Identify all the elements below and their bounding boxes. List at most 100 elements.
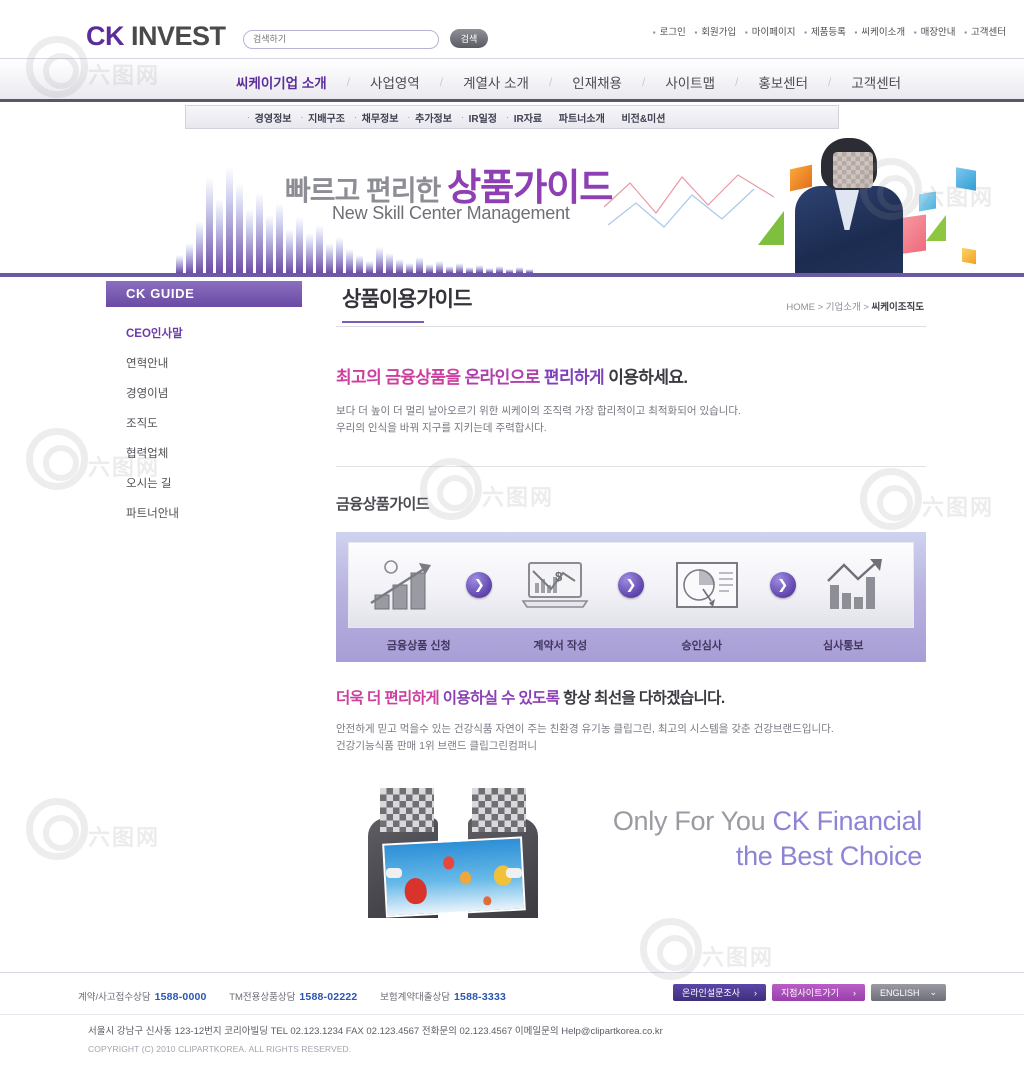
nav-item-pr[interactable]: 홍보센터 (758, 72, 808, 92)
promo-block: Only For You CK Financial the Best Choic… (336, 784, 926, 924)
breadcrumb-home[interactable]: HOME (786, 302, 815, 313)
footer-tel-label-3: 보험계약대출상담 (380, 992, 451, 1003)
green-triangle-decoration (758, 211, 784, 245)
nav-separator: / (439, 75, 444, 89)
sidebar-item-directions[interactable]: 오시는 길 (126, 475, 302, 491)
breadcrumb-sep: > (863, 302, 872, 313)
nav-item-business[interactable]: 사업영역 (370, 72, 420, 92)
site-logo[interactable]: CK INVEST (86, 21, 226, 52)
page-header-row: 상품이용가이드 HOME > 기업소개 > 씨케이조직도 (336, 281, 926, 327)
subnav-item-additional-info[interactable]: 추가정보 (415, 110, 452, 125)
bar-chart-arrow-icon (827, 558, 883, 609)
subnav-item-management-info[interactable]: 경영정보 (255, 110, 292, 125)
nav-item-sitemap[interactable]: 사이트맵 (665, 72, 715, 92)
process-step-3[interactable] (661, 555, 753, 615)
sidebar-item-ceo-message[interactable]: CEO인사말 (126, 325, 302, 341)
process-step-2[interactable]: $ (509, 555, 601, 615)
process-icons-row: ❯ $ ❯ ❯ (348, 541, 914, 628)
nav-item-recruit[interactable]: 인재채용 (572, 72, 622, 92)
util-link-mypage[interactable]: 마이페이지 (752, 27, 796, 38)
bar-chart-growth-icon (370, 559, 432, 610)
bullet-icon: ▪ (854, 28, 858, 37)
nav-separator: / (641, 75, 646, 89)
nav-item-company[interactable]: 씨케이기업 소개 (236, 72, 327, 92)
nav-separator: / (735, 75, 739, 89)
main-navigation: 씨케이기업 소개 / 사업영역 / 계열사 소개 / 인재채용 / 사이트맵 /… (0, 58, 1024, 102)
sidebar: CK GUIDE CEO인사말 연혁안내 경영이념 조직도 협력업체 오시는 길… (106, 281, 302, 535)
promo-line-2: the Best Choice (735, 841, 922, 872)
lead2-headline-part1: 더욱 더 편리하게 (336, 689, 440, 707)
subnav-item-ir-materials[interactable]: IR자료 (514, 110, 542, 125)
bullet-icon: · (247, 112, 250, 122)
main-column: 상품이용가이드 HOME > 기업소개 > 씨케이조직도 최고의 금융상품을 온… (336, 281, 926, 924)
watermark-ring-icon (640, 918, 702, 981)
pixelated-face-right (472, 788, 526, 833)
yellow-cube-decoration (962, 247, 976, 265)
lead-headline-part3: 편리하게 (539, 368, 605, 387)
subnav-item-debt-info[interactable]: 채무정보 (362, 110, 399, 125)
search-area: 검색 (243, 29, 488, 49)
bullet-icon: ▪ (744, 28, 748, 37)
process-label-1: 금융상품 신청 (386, 639, 451, 652)
process-strip: ❯ $ ❯ ❯ 금융상품 신청 계약서 작성 승인심사 심사통보 (336, 531, 926, 662)
footer-phone-list: 계약/사고접수상담 1588-0000 TM전용상품상담 1588-02222 보험… (78, 989, 526, 1003)
bullet-icon: · (300, 112, 304, 122)
footer-tel-number-3: 1588-3333 (454, 991, 507, 1003)
hand-right (506, 868, 522, 879)
nav-separator: / (346, 75, 351, 89)
footer-address: 서울시 강남구 신사동 123-12번지 코리아빌딩 TEL 02.123.12… (88, 1026, 663, 1037)
section-title: 금융상품가이드 (336, 495, 430, 513)
online-survey-button[interactable]: 온라인설문조사 › (673, 984, 766, 1001)
watermark-ring-icon (26, 798, 88, 861)
search-input[interactable] (243, 29, 439, 49)
bullet-icon: ▪ (964, 28, 968, 37)
subnav-item-governance[interactable]: 지배구조 (308, 110, 345, 125)
pixelated-face-left (380, 788, 434, 833)
sidebar-item-partners-company[interactable]: 협력업체 (126, 445, 302, 461)
util-link-support[interactable]: 고객센터 (971, 27, 1006, 38)
lead2-headline-part3: 항상 최선을 다하겠습니다. (559, 689, 725, 707)
process-step-1[interactable] (357, 555, 449, 615)
language-label: ENGLISH (879, 987, 920, 998)
sidebar-item-philosophy[interactable]: 경영이념 (126, 385, 302, 401)
nav-item-affiliates[interactable]: 계열사 소개 (463, 72, 529, 92)
language-select[interactable]: ENGLISH ⌄ (870, 984, 946, 1001)
hero-banner: 빠르고 편리한 상품가이드 New Skill Center Managemen… (0, 129, 1024, 277)
subnav-item-partners[interactable]: 파트너소개 (559, 110, 605, 125)
sidebar-item-org-chart[interactable]: 조직도 (126, 415, 302, 431)
bullet-icon: ▪ (804, 28, 807, 37)
process-label-4: 심사통보 (823, 639, 864, 652)
pie-chart-report-icon (675, 561, 738, 608)
lead-headline-part1: 최고의 금융상품을 (336, 368, 461, 387)
process-step-4[interactable] (812, 555, 904, 615)
util-link-signup[interactable]: 회원가입 (701, 27, 736, 38)
sidebar-item-partner-guide[interactable]: 파트너안내 (126, 505, 302, 521)
bullet-icon: · (506, 112, 509, 122)
lead2-headline: 더욱 더 편리하게 이용하실 수 있도록 항상 최선을 다하겠습니다. (336, 686, 926, 708)
bullet-icon: ▪ (913, 28, 917, 37)
process-label-3: 승인심사 (681, 639, 722, 652)
lead2-headline-part2: 이용하실 수 있도록 (439, 689, 560, 707)
page-title: 상품이용가이드 (342, 283, 472, 323)
footer-tel-label-2: TM전용상품상담 (229, 992, 296, 1003)
sidebar-item-history[interactable]: 연혁안내 (126, 355, 302, 371)
util-link-product-register[interactable]: 제품등록 (811, 27, 846, 38)
util-link-about[interactable]: 씨케이소개 (861, 27, 905, 38)
search-button[interactable]: 검색 (450, 29, 488, 48)
util-link-stores[interactable]: 매장안내 (921, 27, 956, 38)
pixelated-face (833, 152, 873, 188)
nav-separator: / (828, 75, 832, 89)
nav-item-customer[interactable]: 고객센터 (851, 72, 901, 92)
subnav-item-ir-schedule[interactable]: IR일정 (469, 110, 497, 125)
breadcrumb-mid[interactable]: 기업소개 (826, 302, 861, 313)
watermark-ring-icon (26, 428, 88, 491)
util-link-login[interactable]: 로그인 (660, 27, 686, 38)
footer-tel-number-2: 1588-02222 (299, 991, 358, 1003)
footer-copyright: COPYRIGHT (C) 2010 CLIPARTKOREA. ALL RIG… (88, 1044, 352, 1055)
balloon-picture (382, 836, 526, 918)
sidebar-heading: CK GUIDE (106, 281, 302, 307)
branch-site-button[interactable]: 지점사이트가기 › (771, 984, 865, 1001)
subnav-item-vision-mission[interactable]: 비전&미션 (621, 110, 665, 125)
svg-text:$: $ (555, 569, 563, 584)
top-bar: CK INVEST 검색 ▪로그인 ▪회원가입 ▪마이페이지 ▪제품등록 ▪씨케… (0, 0, 1024, 58)
